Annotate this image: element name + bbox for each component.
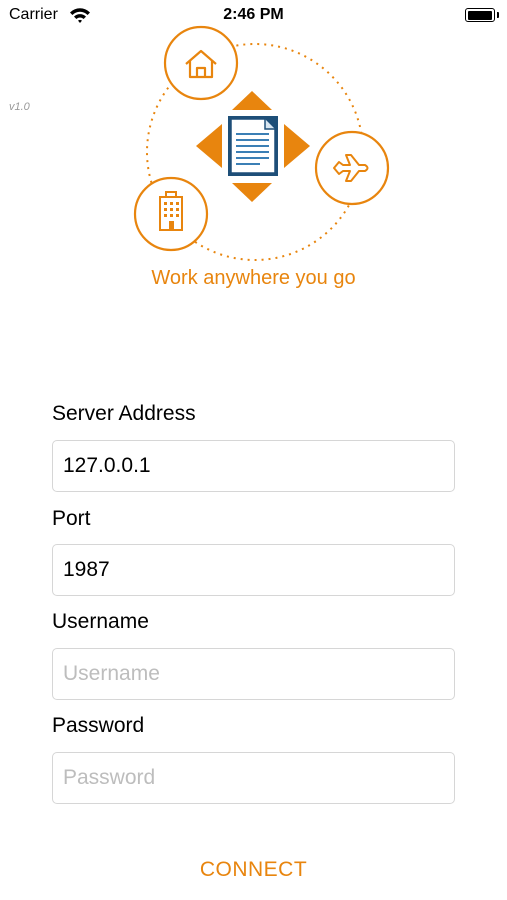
document-icon xyxy=(196,91,310,202)
port-label: Port xyxy=(52,507,91,530)
username-input[interactable] xyxy=(52,648,455,700)
password-label: Password xyxy=(52,714,145,737)
hero-illustration xyxy=(133,25,390,261)
home-icon xyxy=(163,25,239,101)
server-address-label: Server Address xyxy=(52,402,196,425)
port-input[interactable] xyxy=(52,544,455,596)
server-address-input[interactable] xyxy=(52,440,455,492)
battery-icon xyxy=(465,8,499,22)
version-label: v1.0 xyxy=(9,101,30,113)
status-time: 2:46 PM xyxy=(223,6,284,23)
airplane-icon xyxy=(314,130,390,206)
username-label: Username xyxy=(52,610,149,633)
tagline: Work anywhere you go xyxy=(151,267,356,289)
connect-button[interactable]: CONNECT xyxy=(0,858,507,882)
building-icon xyxy=(133,176,209,252)
password-input[interactable] xyxy=(52,752,455,804)
